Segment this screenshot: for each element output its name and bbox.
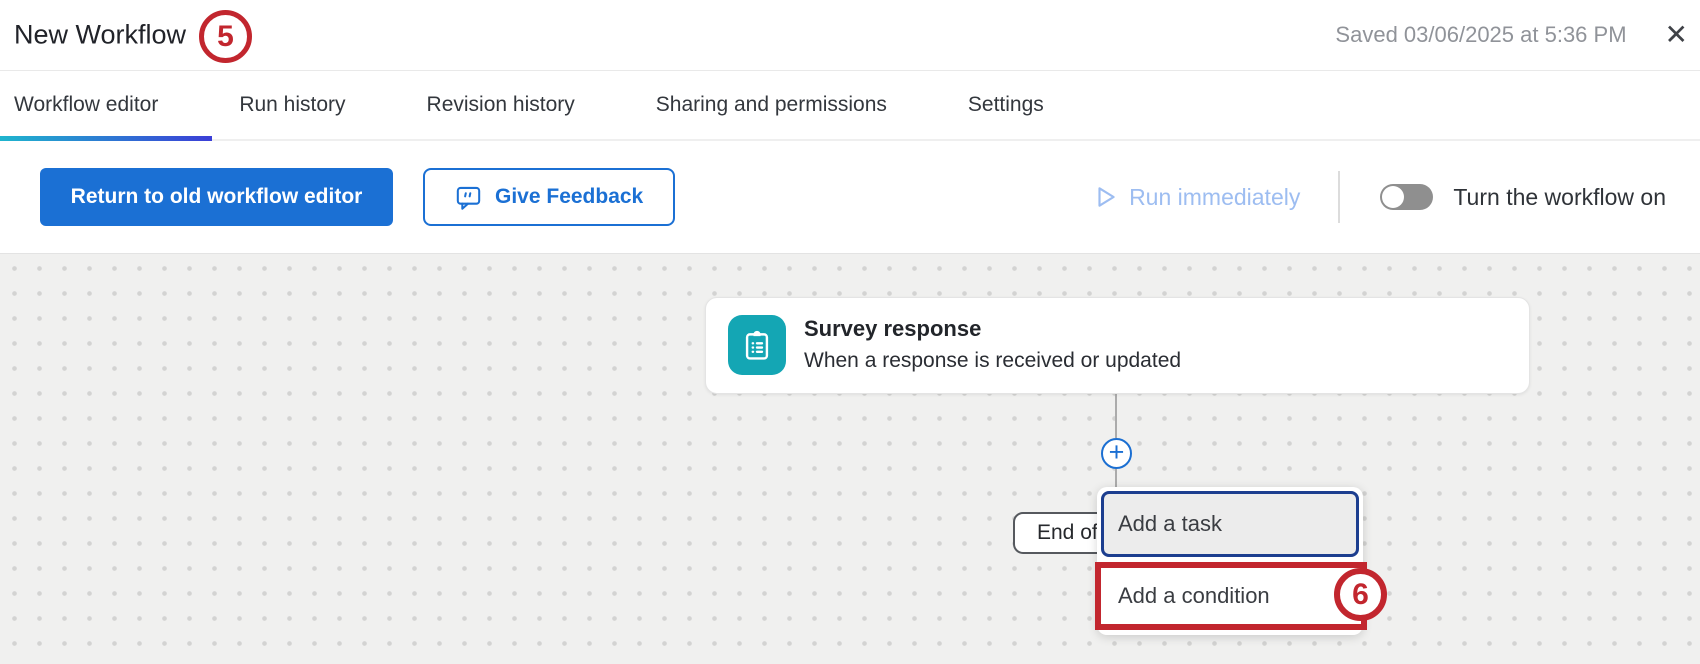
toggle-label: Turn the workflow on [1453,184,1666,211]
menu-item-add-condition[interactable]: Add a condition [1101,561,1359,631]
feedback-bubble-icon [455,184,482,211]
menu-item-add-task[interactable]: Add a task [1101,491,1359,557]
trigger-card-survey-response[interactable]: Survey response When a response is recei… [705,297,1530,394]
tab-workflow-editor[interactable]: Workflow editor [14,93,158,117]
annotation-step-6: 6 [1334,568,1387,621]
toolbar-right: Run immediately Turn the workflow on [1093,171,1666,223]
workflow-canvas[interactable]: Survey response When a response is recei… [0,253,1700,664]
toolbar: Return to old workflow editor Give Feedb… [0,141,1700,253]
return-to-old-editor-button[interactable]: Return to old workflow editor [40,168,393,226]
trigger-card-title: Survey response [804,314,1181,344]
tab-revision-history[interactable]: Revision history [427,93,575,117]
save-status: Saved 03/06/2025 at 5:36 PM [1335,22,1626,48]
page-title: New Workflow [14,20,186,51]
tab-settings[interactable]: Settings [968,93,1044,117]
workflow-on-toggle[interactable] [1380,184,1433,210]
close-icon[interactable]: ✕ [1665,21,1688,49]
give-feedback-button[interactable]: Give Feedback [423,168,675,226]
run-immediately-label: Run immediately [1129,184,1300,211]
tab-sharing-and-permissions[interactable]: Sharing and permissions [656,93,887,117]
connector-line-top [1115,394,1117,438]
tab-run-history[interactable]: Run history [239,93,345,117]
add-node-button[interactable]: + [1101,438,1132,469]
header: New Workflow 5 Saved 03/06/2025 at 5:36 … [0,0,1700,71]
play-icon [1093,183,1119,211]
annotation-step-5: 5 [199,10,252,63]
add-menu: Add a task Add a condition [1097,487,1363,635]
give-feedback-label: Give Feedback [495,185,643,209]
toggle-knob [1382,186,1404,208]
trigger-card-text: Survey response When a response is recei… [804,314,1181,377]
survey-response-icon [728,315,786,375]
workflow-editor-window: New Workflow 5 Saved 03/06/2025 at 5:36 … [0,0,1700,664]
header-right: Saved 03/06/2025 at 5:36 PM ✕ [1335,0,1688,70]
tab-bar: Workflow editor Run history Revision his… [0,71,1700,141]
run-immediately-button[interactable]: Run immediately [1093,183,1300,211]
trigger-card-subtitle: When a response is received or updated [804,344,1181,377]
end-of-workflow-label: End of [1037,521,1098,545]
active-tab-underline [0,136,212,141]
toolbar-divider [1338,171,1340,223]
